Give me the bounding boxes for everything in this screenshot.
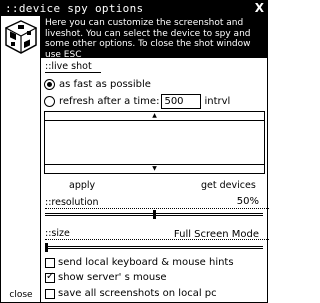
sidebar: close xyxy=(1,16,41,302)
show-mouse-checkbox[interactable] xyxy=(45,271,55,283)
device-list[interactable]: ▲ ▼ xyxy=(44,111,265,174)
option-fast-row[interactable]: as fast as possible xyxy=(44,79,151,90)
resolution-slider-thumb[interactable] xyxy=(153,210,156,219)
save-all-checkbox[interactable] xyxy=(45,288,55,299)
size-slider-track xyxy=(45,246,263,249)
live-shot-section-label: ::live shot xyxy=(45,61,101,73)
option-refresh-row[interactable]: refresh after a time: intrvl xyxy=(44,94,230,109)
resolution-section-label: ::resolution xyxy=(45,197,269,209)
get-devices-button[interactable]: get devices xyxy=(201,180,256,191)
radio-refresh[interactable] xyxy=(44,96,55,107)
interval-input[interactable] xyxy=(161,94,202,109)
device-spy-options-window: ::device spy options X close Here you ca… xyxy=(0,0,269,303)
close-button[interactable]: close xyxy=(1,290,41,300)
list-top-divider xyxy=(45,120,264,121)
send-hints-label: send local keyboard & mouse hints xyxy=(58,257,234,268)
radio-fast[interactable] xyxy=(44,79,55,90)
scroll-down-icon[interactable]: ▼ xyxy=(152,166,157,172)
resolution-value: 50% xyxy=(236,196,259,207)
show-mouse-label: show server' s mouse xyxy=(58,272,167,283)
apply-button[interactable]: apply xyxy=(69,180,95,191)
window-title: ::device spy options xyxy=(5,2,144,15)
size-value: Full Screen Mode xyxy=(173,229,259,240)
option-refresh-label: refresh after a time: xyxy=(59,96,160,107)
size-slider-thumb[interactable] xyxy=(45,243,48,252)
title-bar: ::device spy options X xyxy=(1,1,267,16)
info-text: Here you can customize the screenshot an… xyxy=(41,16,267,60)
save-all-option[interactable]: save all screenshots on local pc xyxy=(45,288,217,299)
size-slider[interactable] xyxy=(45,243,263,252)
option-fast-label: as fast as possible xyxy=(59,79,151,90)
save-all-label: save all screenshots on local pc xyxy=(58,288,217,299)
close-icon[interactable]: X xyxy=(255,1,264,16)
show-mouse-option[interactable]: show server' s mouse xyxy=(45,271,167,283)
interval-unit-label: intrvl xyxy=(204,96,231,107)
send-hints-option[interactable]: send local keyboard & mouse hints xyxy=(45,257,234,268)
resolution-slider[interactable] xyxy=(45,210,263,219)
scroll-up-icon[interactable]: ▲ xyxy=(152,113,157,119)
device-spy-logo-icon xyxy=(5,20,37,54)
send-hints-checkbox[interactable] xyxy=(45,257,55,268)
